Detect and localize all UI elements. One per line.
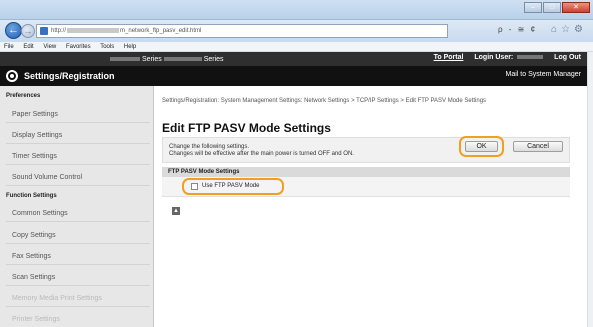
page-favicon-icon <box>40 27 48 35</box>
menu-view[interactable]: View <box>43 44 56 50</box>
function-settings-heading: Function Settings <box>6 193 57 199</box>
browser-menu-bar: File Edit View Favorites Tools Help <box>0 42 593 52</box>
settings-info-box: Change the following settings. Changes w… <box>162 137 570 163</box>
device-name: Series Series <box>110 56 224 63</box>
mail-to-system-manager-link[interactable]: Mail to System Manager <box>506 71 581 78</box>
menu-help[interactable]: Help <box>124 44 136 50</box>
app-title: Settings/Registration <box>24 71 115 81</box>
redacted-model <box>110 57 140 62</box>
settings-gear-icon <box>6 70 18 82</box>
browser-title-bar: – □ ✕ <box>0 0 593 20</box>
series-label-2: Series <box>203 56 224 63</box>
minimize-button[interactable]: – <box>524 2 542 13</box>
sidebar-item-fax-settings[interactable]: Fax Settings <box>6 249 150 265</box>
app-top-bar: Series Series To Portal Login User: Log … <box>0 52 587 66</box>
maximize-button[interactable]: □ <box>543 2 561 13</box>
redacted-model-2 <box>163 57 202 62</box>
address-tools[interactable]: ρ - ≅ ¢ <box>498 25 537 34</box>
menu-tools[interactable]: Tools <box>100 44 114 50</box>
settings-gear-icon[interactable]: ⚙ <box>574 24 587 35</box>
sidebar-item-copy-settings[interactable]: Copy Settings <box>6 228 150 244</box>
sidebar-item-display-settings[interactable]: Display Settings <box>6 128 150 144</box>
menu-file[interactable]: File <box>4 44 14 50</box>
logout-link[interactable]: Log Out <box>554 54 581 61</box>
app-header: Settings/Registration Mail to System Man… <box>0 66 587 86</box>
page-scrollbar[interactable] <box>587 52 593 327</box>
sidebar-item-common-settings[interactable]: Common Settings <box>6 206 150 222</box>
close-button[interactable]: ✕ <box>562 2 590 13</box>
url-suffix: m_network_ftp_pasv_edit.html <box>120 28 202 34</box>
breadcrumb: Settings/Registration: System Management… <box>162 98 487 104</box>
use-ftp-pasv-label[interactable]: Use FTP PASV Mode <box>202 183 259 189</box>
sidebar-item-printer-settings[interactable]: Printer Settings <box>6 312 150 327</box>
preferences-heading: Preferences <box>6 93 41 99</box>
sidebar-item-timer-settings[interactable]: Timer Settings <box>6 149 150 165</box>
use-ftp-pasv-checkbox[interactable] <box>191 183 198 190</box>
redacted-host <box>67 27 120 33</box>
ok-button[interactable]: OK <box>465 141 498 152</box>
favorites-star-icon[interactable]: ☆ <box>561 24 574 35</box>
cancel-button[interactable]: Cancel <box>513 141 563 152</box>
page-title: Edit FTP PASV Mode Settings <box>162 121 331 135</box>
sidebar-item-sound-volume-control[interactable]: Sound Volume Control <box>6 170 150 186</box>
url-prefix: http:// <box>51 28 67 34</box>
login-user-label: Login User: <box>474 54 514 61</box>
sidebar-item-scan-settings[interactable]: Scan Settings <box>6 270 150 286</box>
info-text-1: Change the following settings. <box>169 144 250 150</box>
header-links: To Portal Login User: Log Out <box>425 54 581 61</box>
browser-toolbar-icons: ⌂☆⚙ <box>551 24 587 35</box>
to-portal-link[interactable]: To Portal <box>434 54 464 61</box>
address-bar[interactable]: http:// m_network_ftp_pasv_edit.html <box>36 24 448 38</box>
sidebar-item-paper-settings[interactable]: Paper Settings <box>6 107 150 123</box>
browser-nav-bar: ← → http://m_network_ftp_pasv_edit.html … <box>0 20 593 42</box>
back-icon[interactable]: ← <box>5 22 22 39</box>
menu-favorites[interactable]: Favorites <box>66 44 91 50</box>
sidebar-item-memory-media-print-settings[interactable]: Memory Media Print Settings <box>6 291 150 307</box>
info-text-2: Changes will be effective after the main… <box>169 151 354 157</box>
back-to-top-icon[interactable]: ▲ <box>172 207 180 215</box>
series-label: Series <box>141 56 162 63</box>
window-controls: – □ ✕ <box>524 2 590 13</box>
menu-edit[interactable]: Edit <box>23 44 33 50</box>
ftp-pasv-section-header: FTP PASV Mode Settings <box>162 167 570 177</box>
sidebar: Preferences Paper Settings Display Setti… <box>0 86 154 327</box>
forward-icon[interactable]: → <box>21 24 35 38</box>
redacted-user <box>517 55 544 60</box>
home-icon[interactable]: ⌂ <box>551 24 561 35</box>
